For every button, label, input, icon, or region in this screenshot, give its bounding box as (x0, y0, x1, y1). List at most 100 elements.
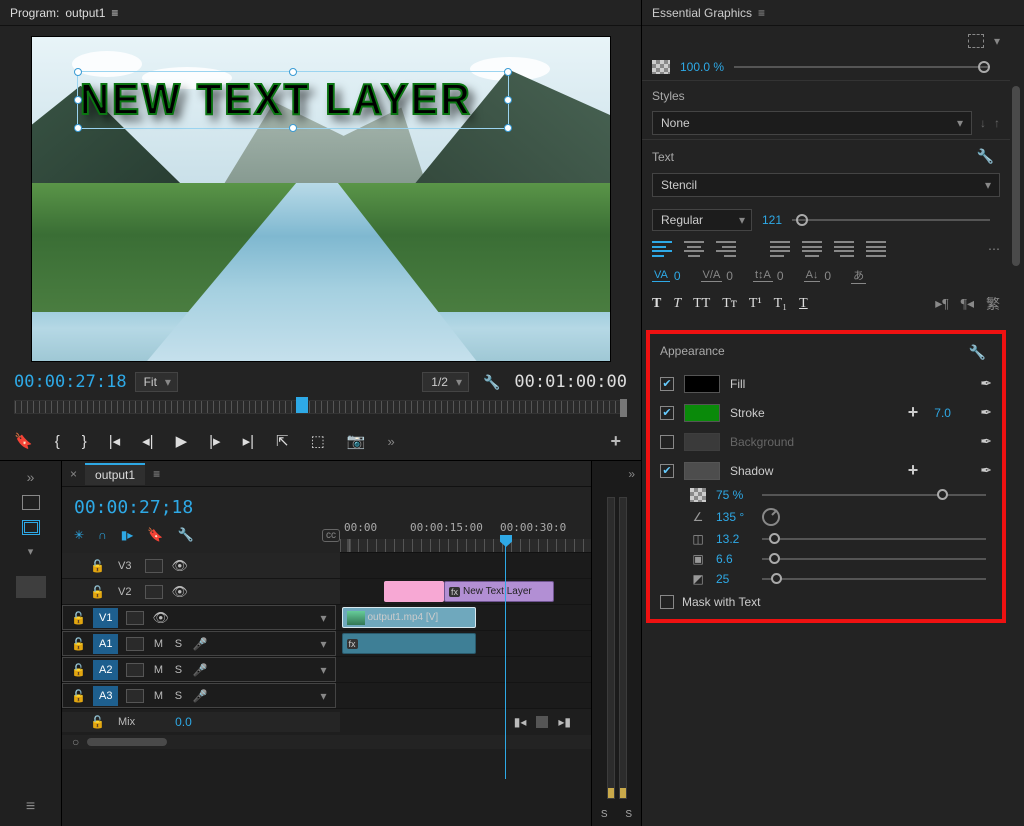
eyedropper-icon[interactable]: ✒ (980, 375, 992, 392)
clip-graphic[interactable] (384, 581, 444, 602)
opacity-slider[interactable] (734, 66, 990, 68)
text-options-icon[interactable]: ⋯ (988, 242, 1000, 256)
tategaki-icon[interactable]: 繁 (986, 294, 1000, 314)
resize-handle-icon[interactable] (74, 96, 82, 104)
mask-with-text-checkbox[interactable] (660, 595, 674, 609)
collapse-meters-icon[interactable]: » (592, 461, 641, 487)
lock-icon[interactable]: 🔓 (71, 637, 85, 651)
go-to-prev-keyframe-icon[interactable]: ▮◂ (514, 715, 527, 729)
smallcaps-button[interactable]: Tᴛ (722, 296, 737, 312)
background-checkbox[interactable] (660, 435, 674, 449)
current-timecode[interactable]: 00:00:27:18 (14, 372, 127, 392)
track-output-toggle[interactable] (126, 611, 144, 625)
out-marker-icon[interactable] (620, 399, 627, 417)
lock-icon[interactable]: 🔓 (71, 689, 85, 703)
timeline-timecode[interactable]: 00:00:27;18 (70, 493, 340, 524)
playhead-icon[interactable] (500, 535, 512, 547)
linked-selection-icon[interactable]: ∩ (98, 528, 107, 542)
solo-button[interactable]: S (172, 664, 184, 676)
solo-indicator[interactable]: S (625, 809, 632, 820)
extract-button[interactable]: ⬚ (311, 432, 325, 450)
allcaps-button[interactable]: TT (693, 296, 710, 312)
leading-icon[interactable]: t↕A0 (753, 269, 784, 283)
push-style-up-icon[interactable]: ↑ (994, 116, 1000, 130)
track-output-toggle[interactable] (145, 585, 163, 599)
tsume-icon[interactable]: あ (851, 267, 866, 284)
chevron-down-icon[interactable]: ▾ (28, 545, 34, 558)
shadow-opacity-value[interactable]: 75 % (716, 488, 752, 502)
solo-button[interactable]: S (172, 690, 184, 702)
go-to-next-keyframe-icon[interactable]: ▸▮ (558, 715, 571, 729)
text-layer-bounding-box[interactable]: NEW TEXT LAYER (77, 71, 510, 129)
audio-meter-left[interactable] (607, 497, 615, 799)
track-a1[interactable]: fx (336, 631, 592, 656)
resize-handle-icon[interactable] (74, 124, 82, 132)
bin-icon[interactable] (22, 495, 40, 510)
font-size-slider[interactable] (792, 219, 990, 221)
add-keyframe-icon[interactable] (536, 716, 548, 728)
add-shadow-icon[interactable]: + (908, 460, 919, 481)
kerning-icon[interactable]: V/A0 (701, 269, 733, 283)
mute-button[interactable]: M (152, 638, 164, 650)
lock-icon[interactable]: 🔓 (90, 715, 104, 729)
voiceover-mic-icon[interactable]: 🎤 (192, 663, 207, 677)
style-dropdown[interactable]: None (652, 111, 972, 135)
stroke-color-swatch[interactable] (684, 404, 720, 422)
stroke-width-value[interactable]: 7.0 (934, 406, 970, 420)
timeline-ruler[interactable] (340, 539, 591, 553)
mute-button[interactable]: M (152, 664, 164, 676)
superscript-button[interactable]: T¹ (749, 296, 762, 312)
fill-checkbox[interactable] (660, 377, 674, 391)
program-menu-icon[interactable]: ≡ (111, 6, 118, 20)
shadow-blur-slider[interactable] (762, 578, 986, 580)
close-tab-icon[interactable]: × (70, 467, 77, 481)
track-v3[interactable] (340, 553, 591, 578)
export-frame-button[interactable]: 📷 (347, 432, 366, 450)
tracking-icon[interactable]: VA0 (652, 269, 681, 283)
bold-button[interactable]: T (652, 296, 661, 312)
eyedropper-icon[interactable]: ✒ (980, 404, 992, 421)
resize-handle-icon[interactable] (289, 68, 297, 76)
track-output-toggle[interactable] (145, 559, 163, 573)
shadow-blur-value[interactable]: 25 (716, 572, 752, 586)
track-output-toggle[interactable] (126, 663, 144, 677)
timeline-menu-icon[interactable]: ≡ (153, 467, 160, 481)
fit-dropdown[interactable]: Fit (135, 372, 178, 392)
underline-button[interactable]: T (799, 296, 808, 312)
mute-button[interactable]: M (152, 690, 164, 702)
shadow-size-value[interactable]: 6.6 (716, 552, 752, 566)
insert-icon[interactable]: ▮▸ (121, 528, 134, 542)
shadow-checkbox[interactable] (660, 464, 674, 478)
shadow-color-swatch[interactable] (684, 462, 720, 480)
shadow-distance-slider[interactable] (762, 538, 986, 540)
playhead-icon[interactable] (296, 397, 308, 413)
selected-item-icon[interactable] (22, 520, 40, 535)
mix-value[interactable]: 0.0 (175, 715, 192, 729)
eye-icon[interactable]: 👁 (171, 558, 188, 574)
program-canvas[interactable]: NEW TEXT LAYER (31, 36, 611, 362)
justify-right-icon[interactable] (834, 241, 854, 257)
lock-icon[interactable]: 🔓 (71, 663, 85, 677)
baseline-shift-icon[interactable]: A↓0 (804, 269, 832, 283)
resize-handle-icon[interactable] (74, 68, 82, 76)
eye-icon[interactable]: 👁 (152, 610, 169, 626)
track-v2[interactable]: fx New Text Layer (340, 579, 591, 604)
track-output-toggle[interactable] (126, 689, 144, 703)
track-a3[interactable] (336, 683, 592, 708)
program-scrub-bar[interactable] (0, 396, 641, 422)
track-output-toggle[interactable] (126, 637, 144, 651)
clip-audio[interactable]: fx (342, 633, 476, 654)
background-color-swatch[interactable] (684, 433, 720, 451)
shadow-distance-value[interactable]: 13.2 (716, 532, 752, 546)
eyedropper-icon[interactable]: ✒ (980, 462, 992, 479)
justify-left-icon[interactable] (770, 241, 790, 257)
stroke-checkbox[interactable] (660, 406, 674, 420)
track-label-a3[interactable]: A3 (93, 686, 118, 706)
align-right-icon[interactable] (716, 241, 736, 257)
text-layer-content[interactable]: NEW TEXT LAYER (80, 75, 473, 125)
track-label-v3[interactable]: V3 (112, 556, 137, 576)
resolution-dropdown[interactable]: 1/2 (422, 372, 469, 392)
align-center-icon[interactable] (684, 241, 704, 257)
justify-center-icon[interactable] (802, 241, 822, 257)
opacity-value[interactable]: 100.0 % (680, 60, 724, 74)
